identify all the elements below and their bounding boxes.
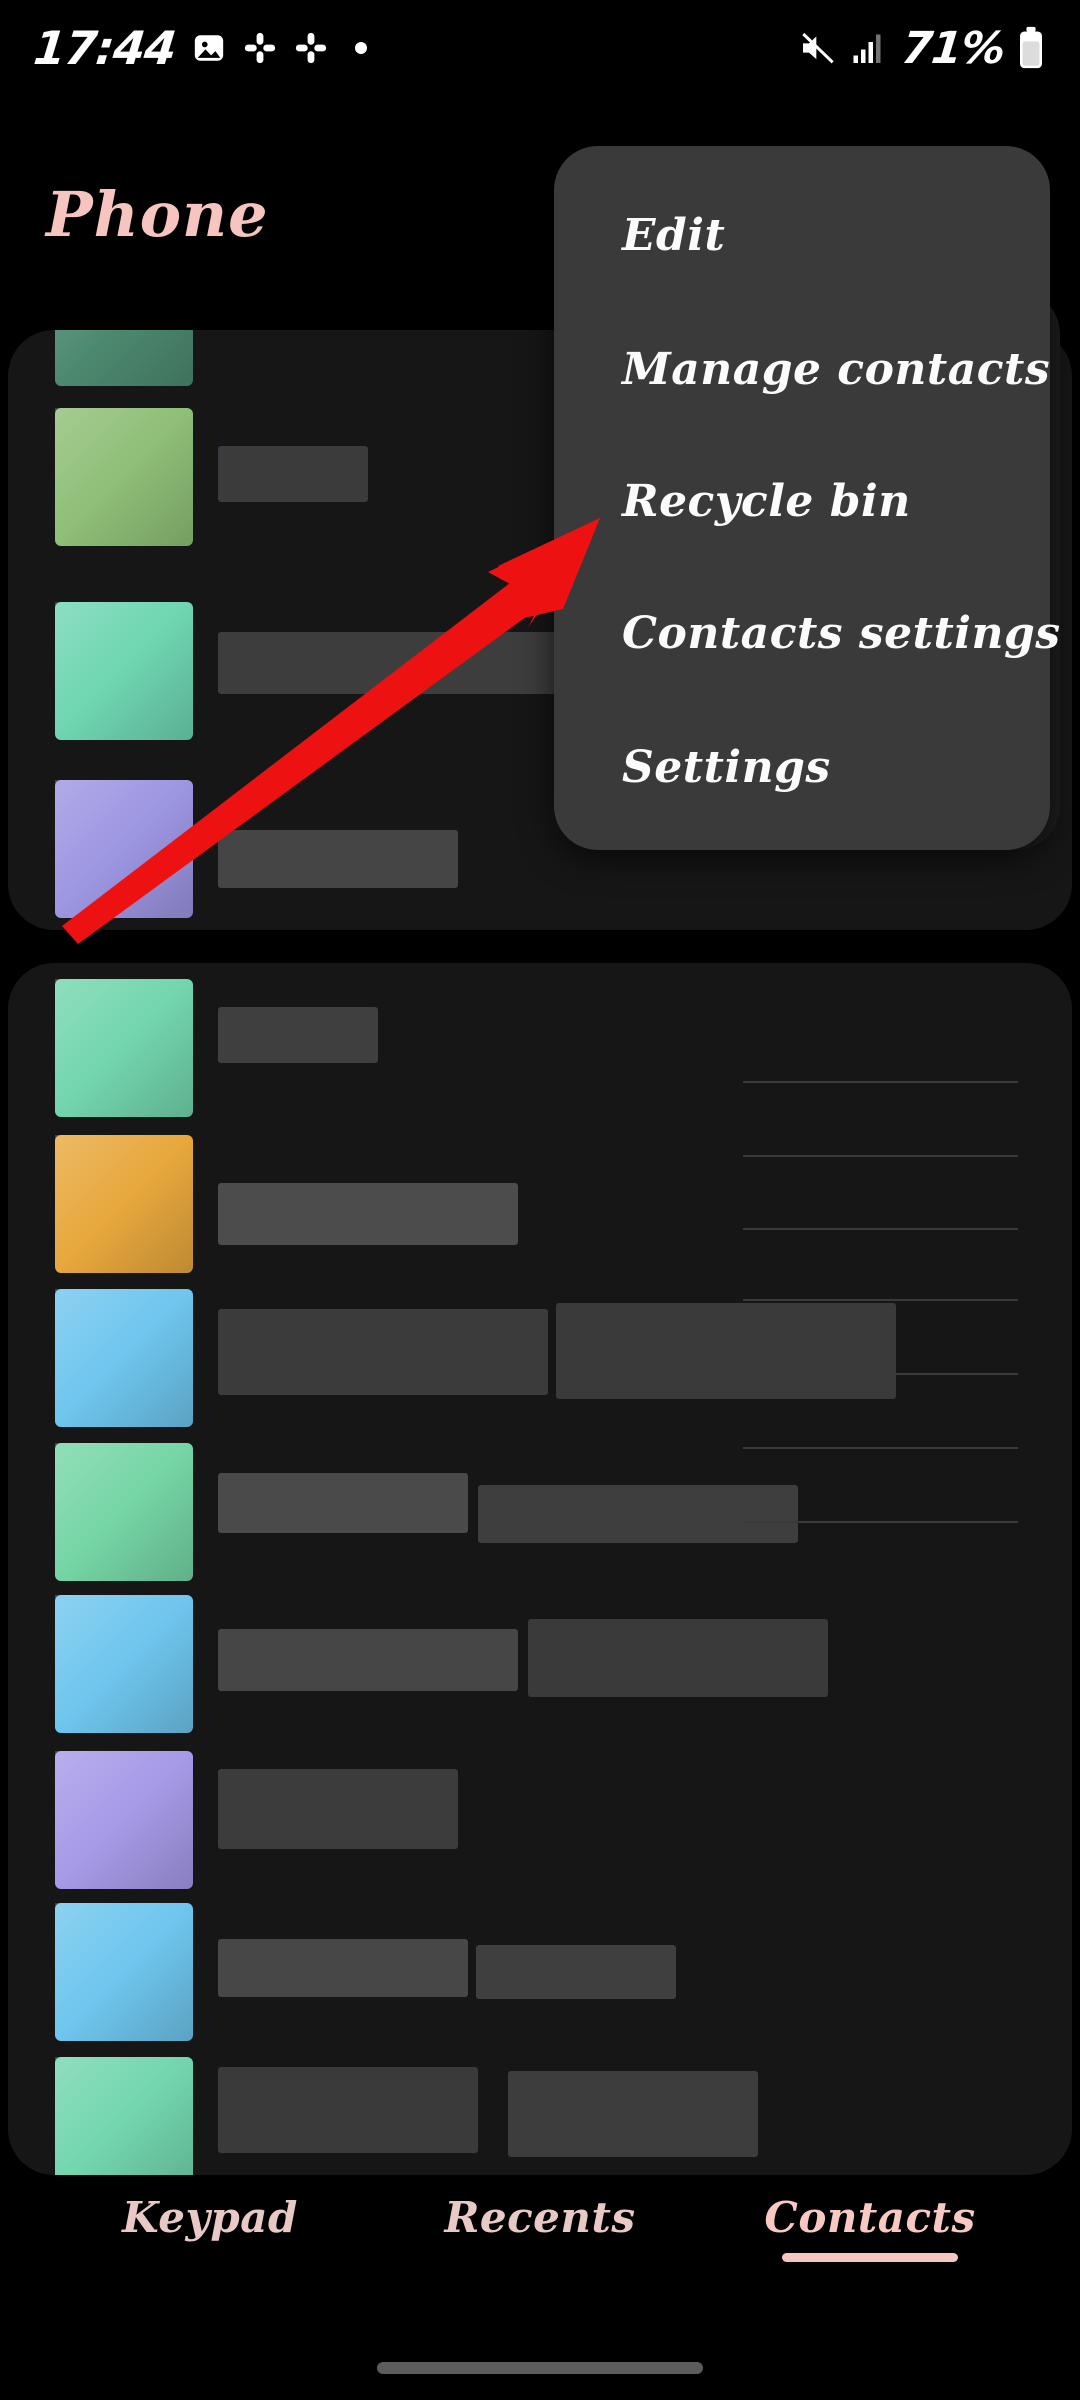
contact-name-blurred [218,1309,548,1395]
list-divider [743,1155,1018,1157]
avatar [55,1751,193,1889]
contact-sub-blurred [508,2071,758,2157]
contact-name-blurred [218,1629,518,1691]
avatar [55,780,193,918]
contact-sub-blurred [476,1945,676,1999]
avatar [55,408,193,546]
contact-name-blurred [218,1939,468,1997]
status-bar-left: 17:44 [31,21,368,75]
tab-contacts-label: Contacts [764,2193,976,2242]
list-divider [743,1081,1018,1083]
contact-name-blurred [218,1473,468,1533]
contact-name-blurred [218,1007,378,1063]
avatar [55,602,193,740]
image-icon [192,31,226,65]
tab-keypad-label: Keypad [122,2193,298,2242]
avatar [55,1595,193,1733]
avatar [55,979,193,1117]
tab-keypad[interactable]: Keypad [30,2193,390,2242]
tab-contacts-indicator [782,2253,958,2262]
status-bar: 17:44 71% [0,0,1080,96]
menu-item-edit[interactable]: Edit [622,210,725,261]
list-divider [743,1373,1018,1375]
contact-list-card-main [8,963,1072,2175]
status-bar-right: 71% [798,23,1046,74]
page-title: Phone [46,178,269,251]
contact-name-blurred [218,1183,518,1245]
avatar [55,1289,193,1427]
avatar [55,1443,193,1581]
options-popup-menu: Edit Manage contacts Recycle bin Contact… [554,146,1060,850]
menu-item-contacts-settings[interactable]: Contacts settings [622,608,1061,659]
battery-icon [1016,26,1046,70]
avatar [55,1903,193,2041]
contact-sub-blurred [478,1485,798,1543]
menu-item-manage-contacts[interactable]: Manage contacts [622,344,1050,395]
avatar [55,1135,193,1273]
signal-bars-icon [850,30,890,66]
tab-contacts[interactable]: Contacts [690,2193,1050,2262]
avatar [55,2057,193,2175]
list-divider [743,1299,1018,1301]
menu-item-settings[interactable]: Settings [622,742,831,793]
contact-name-blurred [218,830,458,888]
contact-sub-blurred [556,1303,896,1399]
list-divider [743,1521,1018,1523]
status-bar-clock: 17:44 [31,21,179,75]
list-divider [743,1228,1018,1230]
battery-percent-label: 71% [898,22,1007,74]
dot-indicator-icon [355,42,368,54]
tab-recents-label: Recents [444,2193,636,2242]
slack-icon [243,31,277,65]
tab-recents[interactable]: Recents [360,2193,720,2242]
avatar [55,330,193,386]
contact-name-blurred [218,1769,458,1849]
list-divider [743,1447,1018,1449]
contact-name-blurred [218,2067,478,2153]
contact-sub-blurred [528,1619,828,1697]
contact-name-blurred [218,446,368,502]
slack-icon [294,31,328,65]
gesture-home-bar[interactable] [377,2362,703,2374]
mute-icon [798,28,838,68]
menu-item-recycle-bin[interactable]: Recycle bin [622,476,911,527]
